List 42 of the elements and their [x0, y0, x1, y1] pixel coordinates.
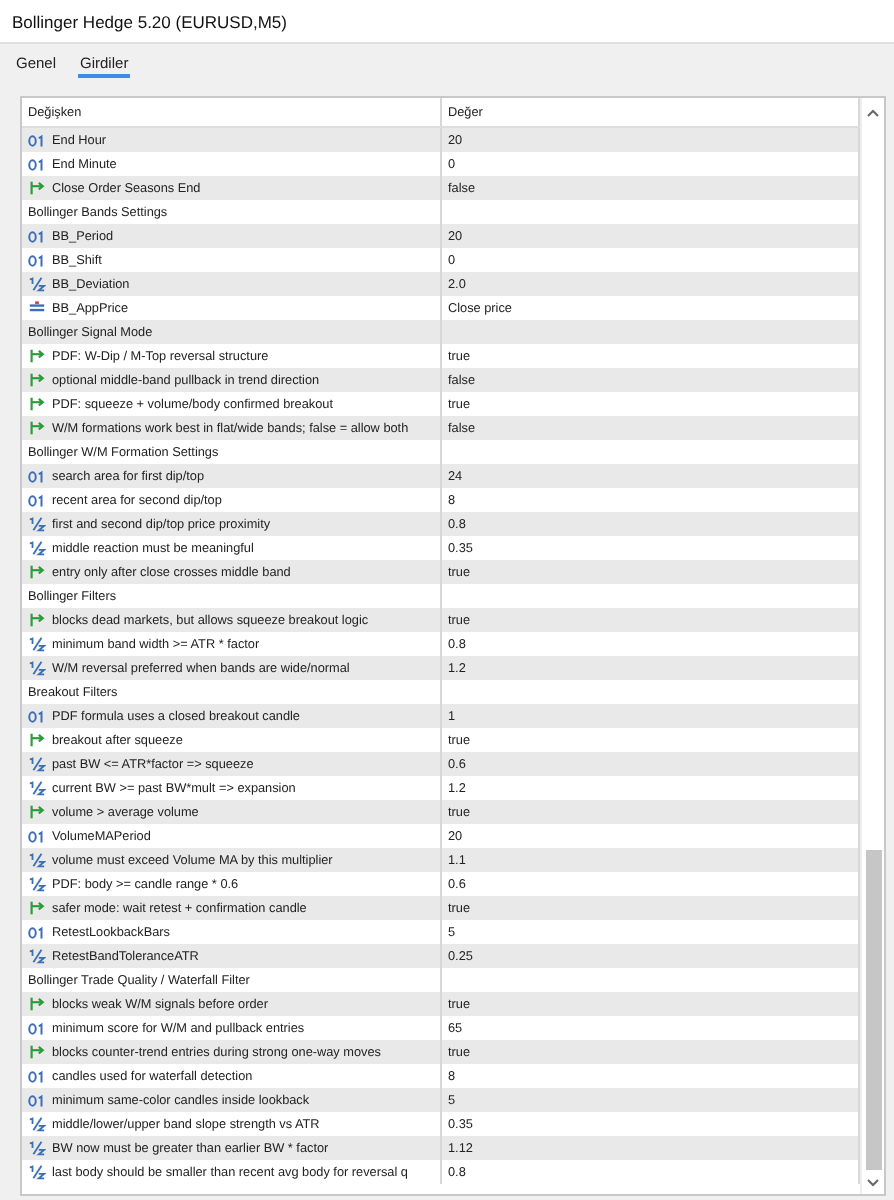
- flag-arrow-icon: [28, 612, 46, 628]
- flag-arrow-icon: [28, 372, 46, 388]
- integer-icon: [28, 709, 46, 723]
- integer-icon: [28, 229, 46, 243]
- flag-arrow-icon: [28, 996, 46, 1012]
- flag-arrow-icon: [28, 732, 46, 748]
- integer-icon: [28, 925, 46, 939]
- flag-arrow-icon: [28, 564, 46, 580]
- flag-arrow-icon: [28, 180, 46, 196]
- integer-icon: [28, 829, 46, 843]
- flag-arrow-icon: [28, 420, 46, 436]
- fraction-icon: [28, 852, 46, 868]
- flag-arrow-icon: [28, 348, 46, 364]
- fraction-icon: [28, 948, 46, 964]
- fraction-icon: [28, 660, 46, 676]
- fraction-icon: [28, 276, 46, 292]
- integer-icon: [28, 157, 46, 171]
- fraction-icon: [28, 1164, 46, 1180]
- integer-icon: [28, 493, 46, 507]
- flag-arrow-icon: [28, 804, 46, 820]
- scrollbar-thumb[interactable]: [865, 850, 881, 1170]
- integer-icon: [28, 1021, 46, 1035]
- fraction-icon: [28, 636, 46, 652]
- fraction-icon: [28, 780, 46, 796]
- list-icon: [28, 300, 46, 316]
- integer-icon: [28, 1069, 46, 1083]
- fraction-icon: [28, 756, 46, 772]
- fraction-icon: [28, 1116, 46, 1132]
- fraction-icon: [28, 1140, 46, 1156]
- flag-arrow-icon: [28, 900, 46, 916]
- flag-arrow-icon: [28, 1044, 46, 1060]
- scroll-up-icon[interactable]: [866, 108, 880, 118]
- scroll-down-icon[interactable]: [866, 1178, 880, 1188]
- integer-icon: [28, 469, 46, 483]
- integer-icon: [28, 1093, 46, 1107]
- fraction-icon: [28, 540, 46, 556]
- integer-icon: [28, 253, 46, 267]
- fraction-icon: [28, 876, 46, 892]
- integer-icon: [28, 133, 46, 147]
- window-title: Bollinger Hedge 5.20 (EURUSD,M5): [12, 11, 287, 31]
- flag-arrow-icon: [28, 396, 46, 412]
- fraction-icon: [28, 516, 46, 532]
